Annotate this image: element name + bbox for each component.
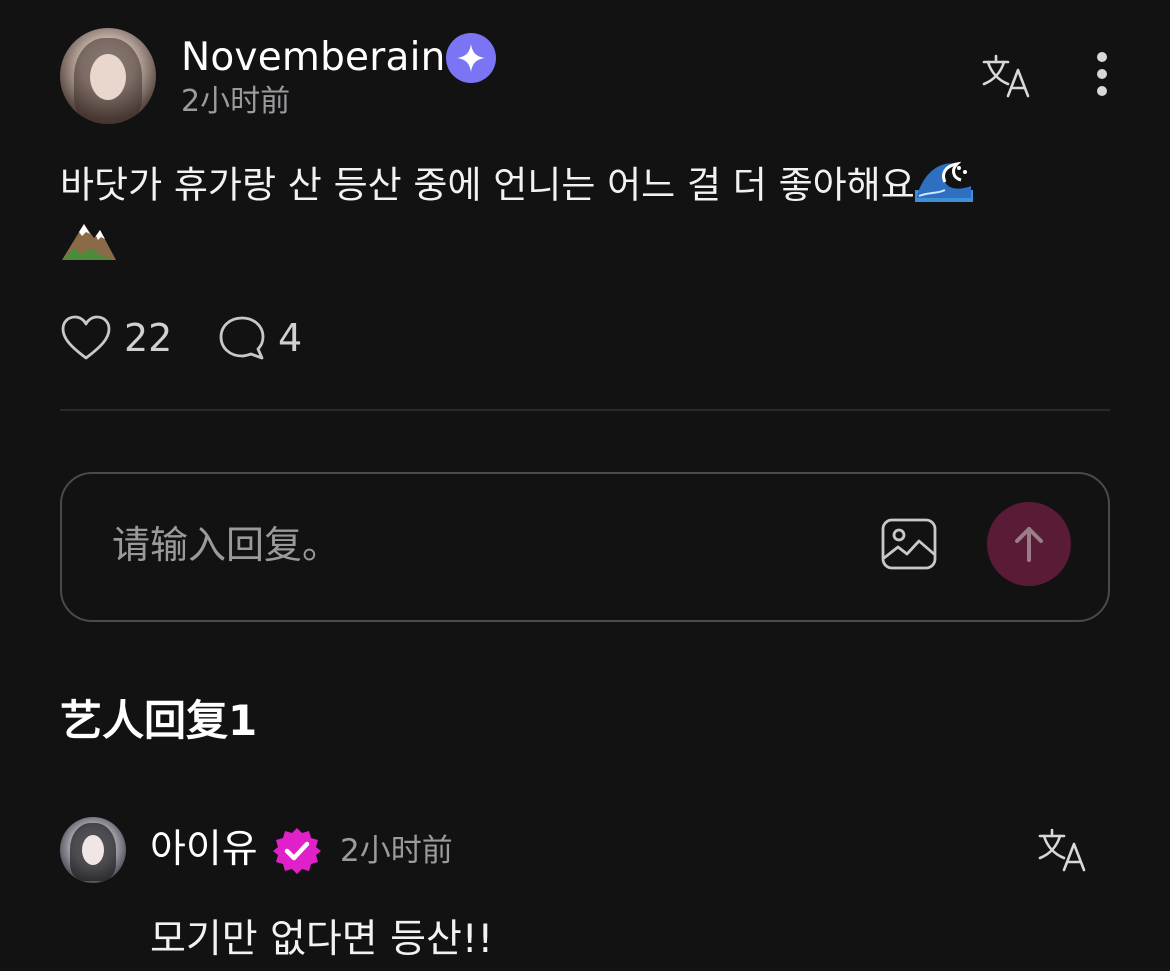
avatar-face: [82, 835, 104, 865]
like-count: 22: [124, 316, 173, 360]
verified-badge-icon: [272, 826, 322, 876]
comment-icon[interactable]: [216, 314, 268, 362]
reply-time: 2小时前: [340, 833, 453, 869]
artist-name[interactable]: 아이유: [150, 825, 258, 875]
star-badge-icon: [446, 33, 496, 83]
reply-input[interactable]: 请输入回复。: [112, 520, 340, 570]
post-time: 2小时前: [181, 84, 291, 119]
heart-icon[interactable]: [60, 314, 112, 362]
comment-count: 4: [278, 316, 303, 360]
send-button[interactable]: [987, 502, 1071, 586]
divider: [60, 409, 1110, 411]
mountain-emoji: [60, 218, 118, 278]
avatar-face: [90, 54, 126, 100]
reply-text: 모기만 없다면 등산!!: [150, 917, 494, 962]
post-body: 바닷가 휴가랑 산 등산 중에 언니는 어느 걸 더 좋아해요: [60, 163, 915, 207]
more-options-icon[interactable]: [1096, 52, 1108, 100]
image-icon[interactable]: [880, 516, 938, 572]
translate-icon[interactable]: [980, 52, 1032, 100]
user-avatar[interactable]: [60, 28, 156, 124]
translate-icon[interactable]: [1036, 826, 1088, 874]
section-title: 艺人回复1: [60, 696, 258, 745]
post-text: 바닷가 휴가랑 산 등산 중에 언니는 어느 걸 더 좋아해요: [60, 156, 1120, 278]
arrow-up-icon: [1015, 527, 1043, 562]
artist-avatar[interactable]: [60, 817, 126, 883]
post-username[interactable]: Novemberain: [181, 34, 446, 82]
wave-emoji: [914, 156, 973, 218]
